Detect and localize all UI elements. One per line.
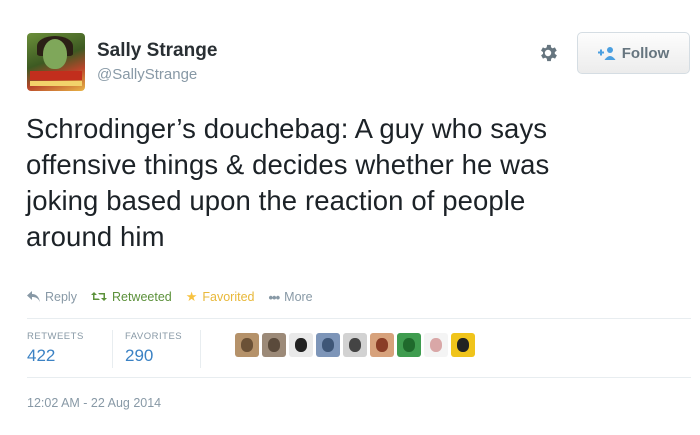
more-action[interactable]: ••• More (269, 290, 313, 305)
tweet-text-line: Schrodinger’s douchebag: A guy who says (26, 113, 548, 144)
favoriter-avatar-detail (403, 338, 415, 352)
favoriter-avatar[interactable] (370, 333, 394, 357)
follow-button[interactable]: Follow (577, 32, 690, 74)
user-handle[interactable]: @SallyStrange (97, 66, 197, 83)
follow-button-label: Follow (621, 44, 670, 62)
user-display-name[interactable]: Sally Strange (97, 40, 217, 62)
favoriter-avatar[interactable] (451, 333, 475, 357)
favoriter-avatar-detail (295, 338, 307, 352)
avatar-face (43, 39, 67, 69)
favoriter-avatar[interactable] (343, 333, 367, 357)
retweets-stat[interactable]: RETWEETS 422 (27, 331, 84, 366)
favoriter-avatar[interactable] (397, 333, 421, 357)
retweet-action[interactable]: Retweeted (90, 290, 172, 305)
tweet-actions: Reply Retweeted ★ Favorited ••• More (27, 288, 327, 306)
favoriter-avatar[interactable] (235, 333, 259, 357)
reply-action[interactable]: Reply (27, 290, 77, 305)
star-icon: ★ (185, 289, 198, 304)
favoriter-avatar-detail (349, 338, 361, 352)
divider (27, 318, 691, 319)
stat-separator (112, 330, 113, 368)
retweets-count: 422 (27, 346, 56, 365)
favoriter-avatar-detail (457, 338, 469, 352)
tweet-text-line: offensive things & decides whether he wa… (26, 149, 550, 180)
favoriter-avatar-detail (241, 338, 253, 352)
favoriter-avatar[interactable] (289, 333, 313, 357)
tweet-card: Sally Strange @SallyStrange Follow Schro… (0, 0, 700, 435)
favorited-label: Favorited (202, 290, 255, 304)
tweet-text-line: joking based upon the reaction of people (26, 185, 526, 216)
favorites-label: FAVORITES (125, 331, 183, 342)
user-avatar[interactable] (27, 33, 85, 91)
favoriter-avatar-detail (430, 338, 442, 352)
favorite-action[interactable]: ★ Favorited (186, 289, 255, 305)
reply-label: Reply (45, 290, 77, 304)
favoriter-avatar[interactable] (262, 333, 286, 357)
favoriter-avatar-detail (268, 338, 280, 352)
favorites-count: 290 (125, 346, 154, 365)
divider (27, 377, 691, 378)
more-label: More (284, 290, 313, 304)
stat-separator (200, 330, 201, 368)
retweets-label: RETWEETS (27, 331, 84, 342)
favoriter-avatar[interactable] (316, 333, 340, 357)
retweet-icon (90, 290, 107, 305)
tweet-text: Schrodinger’s douchebag: A guy who says … (26, 111, 686, 255)
tweet-text-line: around him (26, 221, 165, 252)
tweet-timestamp[interactable]: 12:02 AM - 22 Aug 2014 (27, 396, 161, 410)
avatar-strip (30, 81, 82, 86)
favoriter-avatar-detail (376, 338, 388, 352)
avatar-banner (30, 71, 82, 80)
favorites-stat[interactable]: FAVORITES 290 (125, 331, 182, 366)
favoriter-avatars (235, 333, 478, 357)
more-dots-icon: ••• (268, 289, 281, 305)
add-user-icon (597, 46, 616, 60)
favoriter-avatar[interactable] (424, 333, 448, 357)
retweeted-label: Retweeted (111, 290, 172, 304)
gear-icon[interactable] (537, 42, 559, 64)
favoriter-avatar-detail (322, 338, 334, 352)
reply-icon (27, 290, 40, 305)
